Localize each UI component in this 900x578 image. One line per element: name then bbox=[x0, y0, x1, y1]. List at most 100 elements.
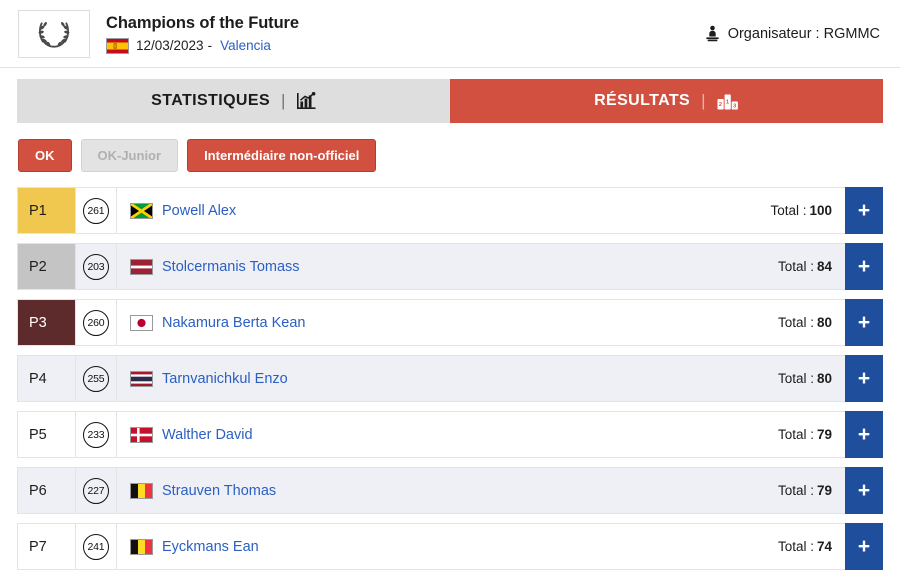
expand-row-button[interactable]: + bbox=[845, 523, 883, 570]
flag-latvia bbox=[130, 258, 153, 275]
total-value: 100 bbox=[809, 203, 832, 218]
driver-name-link[interactable]: Eyckmans Ean bbox=[162, 539, 259, 555]
kart-number: 227 bbox=[83, 477, 109, 504]
event-info: Champions of the Future 12/03/2023 - Val… bbox=[106, 13, 299, 54]
flag-belgium bbox=[130, 538, 153, 555]
organiser-info: Organisateur : RGMMC bbox=[705, 25, 880, 42]
event-header: Champions of the Future 12/03/2023 - Val… bbox=[0, 0, 900, 68]
position-cell: P4 bbox=[29, 370, 47, 387]
tab-statistiques-label: STATISTIQUES bbox=[151, 92, 271, 109]
tab-resultats-separator: | bbox=[701, 91, 706, 110]
kart-number: 260 bbox=[83, 309, 109, 336]
total-cell: Total : 79 bbox=[778, 412, 845, 457]
event-city-link[interactable]: Valencia bbox=[220, 38, 271, 53]
driver-name-link[interactable]: Powell Alex bbox=[162, 203, 236, 219]
driver-cell: Nakamura Berta Kean bbox=[117, 300, 778, 345]
driver-cell: Eyckmans Ean bbox=[117, 524, 778, 569]
total-cell: Total : 84 bbox=[778, 244, 845, 289]
tab-statistiques[interactable]: STATISTIQUES | bbox=[17, 79, 450, 123]
position-cell: P7 bbox=[29, 538, 47, 555]
event-date: 12/03/2023 bbox=[136, 38, 204, 54]
tab-statistiques-separator: | bbox=[281, 91, 286, 110]
flag-belgium bbox=[130, 482, 153, 499]
tab-resultats[interactable]: RÉSULTATS | 2 1 3 bbox=[450, 79, 883, 123]
category-button-ok-junior[interactable]: OK-Junior bbox=[80, 139, 179, 172]
table-row[interactable]: P3 260 Nakamura Berta Kean Total : 80 + bbox=[17, 299, 883, 346]
table-row[interactable]: P7 241 Eyckmans Ean Total : 74 + bbox=[17, 523, 883, 570]
table-row[interactable]: P1 261 Powell Alex Total : 100 + bbox=[17, 187, 883, 234]
expand-row-button[interactable]: + bbox=[845, 243, 883, 290]
flag-jamaica bbox=[130, 202, 153, 219]
kart-number-cell: 233 bbox=[75, 412, 117, 457]
flag-thailand bbox=[130, 370, 153, 387]
tab-resultats-label: RÉSULTATS bbox=[594, 92, 691, 109]
category-filters: OK OK-Junior Intermédiaire non-officiel bbox=[18, 139, 900, 172]
driver-name-link[interactable]: Strauven Thomas bbox=[162, 483, 276, 499]
driver-cell: Walther David bbox=[117, 412, 778, 457]
kart-number: 255 bbox=[83, 365, 109, 392]
event-subtitle: 12/03/2023 - Valencia bbox=[106, 37, 299, 54]
flag-denmark bbox=[130, 426, 153, 443]
position-cell: P2 bbox=[18, 244, 75, 289]
kart-number: 261 bbox=[83, 197, 109, 224]
svg-text:2: 2 bbox=[719, 102, 722, 108]
expand-row-button[interactable]: + bbox=[845, 467, 883, 514]
trophy-icon bbox=[705, 25, 720, 42]
total-cell: Total : 80 bbox=[778, 300, 845, 345]
event-logo bbox=[18, 9, 90, 58]
svg-text:3: 3 bbox=[733, 103, 736, 109]
event-title: Champions of the Future bbox=[106, 14, 299, 33]
position-cell: P1 bbox=[18, 188, 75, 233]
total-cell: Total : 80 bbox=[778, 356, 845, 401]
expand-row-button[interactable]: + bbox=[845, 299, 883, 346]
expand-row-button[interactable]: + bbox=[845, 187, 883, 234]
table-row[interactable]: P2 203 Stolcermanis Tomass Total : 84 + bbox=[17, 243, 883, 290]
total-label: Total : bbox=[777, 315, 814, 330]
total-label: Total : bbox=[777, 483, 814, 498]
flag-spain bbox=[106, 37, 129, 54]
expand-row-button[interactable]: + bbox=[845, 355, 883, 402]
main-tabs: STATISTIQUES | RÉSULTATS | 2 1 3 bbox=[17, 79, 883, 123]
total-cell: Total : 79 bbox=[778, 468, 845, 513]
kart-number-cell: 260 bbox=[75, 300, 117, 345]
results-page: Champions of the Future 12/03/2023 - Val… bbox=[0, 0, 900, 578]
driver-name-link[interactable]: Walther David bbox=[162, 427, 253, 443]
results-list: P1 261 Powell Alex Total : 100 + P2 203 … bbox=[17, 187, 883, 570]
total-label: Total : bbox=[777, 259, 814, 274]
total-value: 79 bbox=[816, 483, 832, 498]
total-label: Total : bbox=[777, 539, 814, 554]
kart-number-cell: 241 bbox=[75, 524, 117, 569]
table-row[interactable]: P5 233 Walther David Total : 79 + bbox=[17, 411, 883, 458]
kart-number: 233 bbox=[83, 421, 109, 448]
position-cell: P3 bbox=[18, 300, 75, 345]
total-value: 80 bbox=[816, 315, 832, 330]
driver-name-link[interactable]: Stolcermanis Tomass bbox=[162, 259, 300, 275]
kart-number-cell: 255 bbox=[75, 356, 117, 401]
bar-chart-icon bbox=[296, 92, 316, 110]
category-button-ok[interactable]: OK bbox=[18, 139, 72, 172]
table-row[interactable]: P4 255 Tarnvanichkul Enzo Total : 80 + bbox=[17, 355, 883, 402]
podium-icon: 2 1 3 bbox=[717, 93, 739, 110]
table-row[interactable]: P6 227 Strauven Thomas Total : 79 + bbox=[17, 467, 883, 514]
driver-cell: Strauven Thomas bbox=[117, 468, 778, 513]
kart-number-cell: 227 bbox=[75, 468, 117, 513]
total-cell: Total : 100 bbox=[770, 188, 845, 233]
flag-japan bbox=[130, 314, 153, 331]
kart-number: 241 bbox=[83, 533, 109, 560]
driver-name-link[interactable]: Tarnvanichkul Enzo bbox=[162, 371, 288, 387]
expand-row-button[interactable]: + bbox=[845, 411, 883, 458]
position-cell: P5 bbox=[29, 426, 47, 443]
svg-text:1: 1 bbox=[726, 99, 729, 105]
category-button-intermediaire[interactable]: Intermédiaire non-officiel bbox=[187, 139, 377, 172]
total-value: 79 bbox=[816, 427, 832, 442]
driver-cell: Powell Alex bbox=[117, 188, 770, 233]
total-value: 74 bbox=[816, 539, 832, 554]
driver-cell: Tarnvanichkul Enzo bbox=[117, 356, 778, 401]
total-label: Total : bbox=[777, 371, 814, 386]
position-cell: P6 bbox=[29, 482, 47, 499]
total-value: 80 bbox=[816, 371, 832, 386]
date-city-separator: - bbox=[207, 38, 213, 54]
driver-cell: Stolcermanis Tomass bbox=[117, 244, 778, 289]
total-label: Total : bbox=[777, 427, 814, 442]
driver-name-link[interactable]: Nakamura Berta Kean bbox=[162, 315, 305, 331]
